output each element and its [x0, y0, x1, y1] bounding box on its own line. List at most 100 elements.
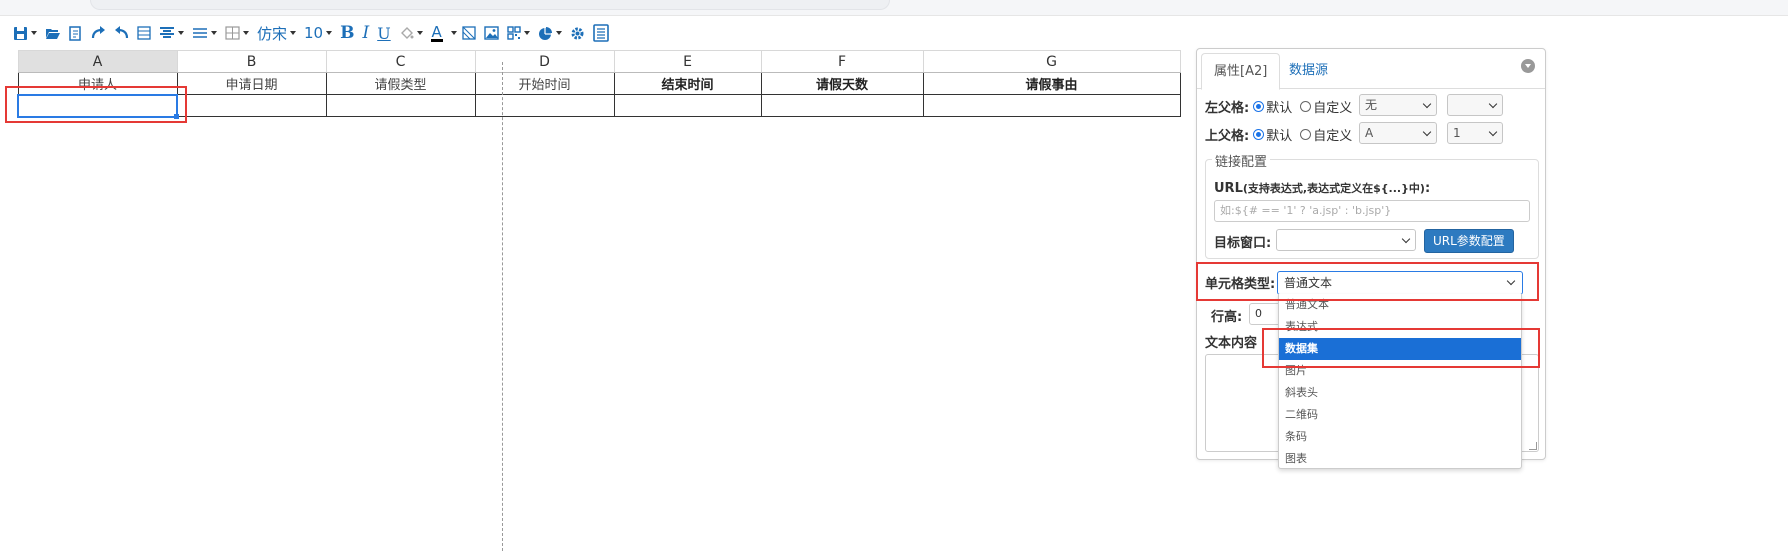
column-header-g[interactable]: G — [922, 50, 1181, 73]
url-label-row: URL (支持表达式,表达式定义在${...}中) : — [1214, 180, 1430, 196]
top-parent-label: 上父格: — [1205, 129, 1250, 144]
url-label: URL — [1214, 180, 1243, 196]
url-param-config-button[interactable]: URL参数配置 — [1424, 229, 1514, 253]
panel-tabs: 属性[A2] 数据源 — [1197, 49, 1545, 90]
cell-type-select[interactable]: 普通文本 — [1277, 271, 1523, 295]
option-barcode[interactable]: 条码 — [1279, 426, 1521, 448]
top-parent-custom-radio[interactable]: 自定义 — [1300, 125, 1352, 144]
cell-g1[interactable]: 请假事由 — [922, 72, 1181, 95]
row-height-row: 行高: — [1211, 306, 1242, 325]
browser-top-strip — [0, 0, 1788, 16]
cell-c1[interactable]: 请假类型 — [325, 72, 476, 95]
undo-button[interactable] — [111, 21, 132, 45]
cell-f2[interactable] — [760, 94, 924, 117]
folder-open-icon — [46, 29, 60, 39]
open-button[interactable] — [42, 21, 64, 45]
gear-icon — [571, 27, 584, 39]
column-header-b[interactable]: B — [176, 50, 327, 73]
target-window-select[interactable] — [1276, 229, 1416, 251]
address-bar-edge — [90, 0, 890, 10]
cell-d1[interactable]: 开始时间 — [474, 72, 615, 95]
save-icon — [14, 26, 27, 40]
cell-e2[interactable] — [613, 94, 762, 117]
text-content-row: 文本内容 — [1205, 332, 1257, 351]
column-header-f[interactable]: F — [760, 50, 924, 73]
top-parent-column-select[interactable]: A — [1359, 122, 1437, 144]
fill-color-menu-button[interactable] — [396, 21, 426, 45]
cell-b2[interactable] — [176, 94, 327, 117]
line-style-menu-button[interactable] — [189, 21, 220, 45]
column-header-d[interactable]: D — [474, 50, 615, 73]
option-image[interactable]: 图片 — [1279, 360, 1521, 382]
font-size-value: 10 — [304, 24, 324, 42]
font-color-menu-button[interactable]: A — [428, 21, 446, 45]
target-window-row: 目标窗口: — [1214, 232, 1271, 251]
underline-button[interactable]: U — [374, 21, 393, 45]
font-family-select[interactable]: 仿宋 — [254, 21, 299, 45]
merge-icon — [137, 26, 151, 40]
option-plain-text[interactable]: 普通文本 — [1279, 294, 1521, 316]
left-parent-row: 左父格: 默认 自定义 — [1205, 97, 1352, 116]
cell-d2[interactable] — [474, 94, 615, 117]
save-menu-button[interactable] — [10, 21, 40, 45]
tab-datasource[interactable]: 数据源 — [1277, 53, 1340, 90]
column-header-c[interactable]: C — [325, 50, 476, 73]
url-hint: (支持表达式,表达式定义在${...}中) — [1242, 182, 1425, 195]
column-header-row: A B C D E F G — [17, 50, 1181, 73]
cell-type-dropdown: 普通文本 表达式 数据集 图片 斜表头 二维码 条码 图表 — [1278, 294, 1522, 469]
url-input[interactable]: 如:${# == '1' ? 'a.jsp' : 'b.jsp'} — [1214, 200, 1530, 222]
cell-a2-selected[interactable] — [17, 93, 179, 119]
resize-grip[interactable] — [1529, 442, 1537, 450]
qrcode-menu-button[interactable] — [504, 21, 533, 45]
designer-toolbar: 仿宋 10 B I U A — [0, 18, 760, 48]
table-row — [17, 93, 1181, 119]
left-parent-column-select[interactable]: 无 — [1359, 94, 1437, 116]
redo-button[interactable] — [88, 21, 109, 45]
option-expression[interactable]: 表达式 — [1279, 316, 1521, 338]
cell-f1[interactable]: 请假天数 — [760, 72, 924, 95]
option-dataset[interactable]: 数据集 — [1279, 338, 1521, 360]
cell-b1[interactable]: 申请日期 — [176, 72, 327, 95]
chart-menu-button[interactable] — [535, 21, 565, 45]
italic-button[interactable]: I — [359, 21, 372, 45]
diagonal-header-button[interactable] — [459, 21, 479, 45]
insert-image-button[interactable] — [481, 21, 502, 45]
fill-handle[interactable] — [174, 113, 179, 119]
redo-icon — [91, 26, 105, 39]
qrcode-icon — [506, 26, 521, 40]
target-window-label: 目标窗口: — [1214, 236, 1272, 251]
table-row: 申请人 申请日期 请假类型 开始时间 结束时间 请假天数 请假事由 — [17, 72, 1181, 95]
tab-properties[interactable]: 属性[A2] — [1201, 53, 1281, 90]
left-parent-custom-radio[interactable]: 自定义 — [1300, 97, 1352, 116]
left-parent-default-radio[interactable]: 默认 — [1253, 97, 1292, 116]
bold-button[interactable]: B — [337, 21, 357, 45]
border-grid-icon — [225, 26, 240, 40]
border-menu-button[interactable] — [222, 21, 252, 45]
left-parent-label: 左父格: — [1205, 101, 1250, 116]
top-parent-row-select[interactable]: 1 — [1447, 122, 1503, 144]
option-diagonal-header[interactable]: 斜表头 — [1279, 382, 1521, 404]
cell-e1[interactable]: 结束时间 — [613, 72, 762, 95]
text-content-label: 文本内容 — [1205, 336, 1258, 351]
cell-a1[interactable]: 申请人 — [17, 72, 178, 95]
cell-type-row: 单元格类型: — [1205, 273, 1275, 292]
font-size-select[interactable]: 10 — [301, 21, 335, 45]
settings-button[interactable] — [567, 21, 588, 45]
column-header-e[interactable]: E — [613, 50, 762, 73]
top-parent-default-radio[interactable]: 默认 — [1253, 125, 1292, 144]
preview-button[interactable] — [66, 21, 86, 45]
column-header-a[interactable]: A — [17, 50, 178, 73]
cell-c2[interactable] — [325, 94, 476, 117]
font-color-caret[interactable] — [448, 21, 457, 45]
cell-g2[interactable] — [922, 94, 1181, 117]
collapse-icon[interactable] — [1521, 59, 1535, 73]
left-parent-row-select[interactable] — [1447, 94, 1503, 116]
list-toggle-button[interactable] — [590, 21, 612, 45]
page-break-line — [502, 62, 503, 551]
underline-icon: U — [377, 23, 391, 43]
option-chart[interactable]: 图表 — [1279, 448, 1521, 470]
option-qrcode[interactable]: 二维码 — [1279, 404, 1521, 426]
merge-cells-button[interactable] — [134, 21, 154, 45]
align-menu-button[interactable] — [156, 21, 187, 45]
paint-bucket-icon — [400, 26, 414, 39]
